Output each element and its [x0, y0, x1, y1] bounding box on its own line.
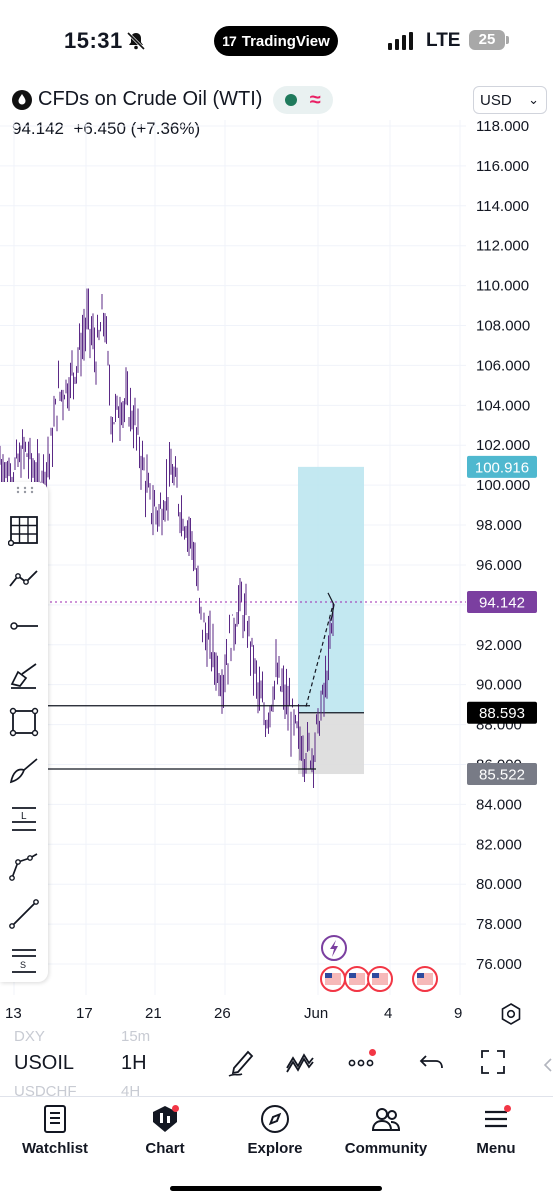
time-label: 21	[145, 1005, 162, 1022]
price-tick-label: 114.000	[476, 198, 529, 215]
tab-watchlist[interactable]: Watchlist	[5, 1104, 105, 1157]
market-open-dot-icon	[285, 94, 298, 106]
battery-indicator: 25	[469, 30, 505, 50]
network-type: LTE	[426, 30, 461, 51]
price-tick-label: 106.000	[476, 357, 530, 374]
price-tick-label: 82.000	[476, 836, 522, 853]
flag-canton	[349, 973, 356, 978]
notification-dot	[369, 1049, 376, 1056]
price-tick-label: 92.000	[476, 637, 522, 654]
tab-explore[interactable]: Explore	[225, 1104, 325, 1157]
tab-community[interactable]: Community	[336, 1104, 436, 1157]
price-tick-label: 78.000	[476, 916, 522, 933]
oil-drop-icon	[12, 90, 32, 110]
price-tick-label: 76.000	[476, 956, 522, 973]
collapse-chevron-icon[interactable]	[540, 1057, 553, 1073]
price-label-text: 100.916	[475, 459, 529, 476]
rectangle-tool-icon[interactable]	[8, 706, 40, 738]
indicators-icon[interactable]	[284, 1046, 316, 1078]
price-axis[interactable]: 118.000 116.000 114.000 112.000 110.000 108.0…	[467, 120, 537, 973]
grid-tool-icon[interactable]	[8, 514, 40, 546]
svg-text:S: S	[20, 960, 26, 970]
time-label: 17	[76, 1005, 93, 1022]
price-tick-label: 116.000	[476, 158, 529, 175]
drawing-pen-icon[interactable]	[226, 1046, 258, 1078]
tradingview-brand-pill: 17 TradingView	[214, 26, 338, 56]
symbol-title[interactable]: CFDs on Crude Oil (WTI)	[38, 88, 262, 111]
notification-dot	[172, 1105, 179, 1112]
chart-grid	[0, 120, 466, 995]
price-chart[interactable]: 118.000 116.000 114.000 112.000 110.000 108.0…	[0, 120, 553, 1000]
brush-tool-icon[interactable]	[8, 658, 40, 690]
tab-label: Menu	[476, 1140, 516, 1157]
chart-settings-icon[interactable]	[499, 1002, 523, 1026]
price-tick-label: 102.000	[476, 437, 530, 454]
compass-icon	[261, 1105, 289, 1133]
toolbar-drag-handle-icon[interactable]	[16, 486, 34, 494]
time-label: 9	[454, 1005, 463, 1022]
tab-label: Explore	[247, 1140, 303, 1157]
drawn-lines[interactable]	[0, 592, 466, 770]
bell-muted-icon	[126, 31, 146, 51]
flag-canton	[372, 973, 379, 978]
price-tick-label: 90.000	[476, 677, 522, 694]
pen-tool-icon[interactable]	[8, 754, 40, 786]
trend-tool-icon[interactable]	[8, 562, 40, 594]
time-label: 26	[214, 1005, 231, 1022]
fullscreen-icon[interactable]	[477, 1046, 509, 1078]
short-position-icon[interactable]: S	[8, 944, 40, 976]
watchlist-icon	[44, 1105, 66, 1133]
path-tool-icon[interactable]	[8, 850, 40, 882]
time-label: 4	[384, 1005, 393, 1022]
battery-tip	[506, 36, 509, 44]
trend-line-icon[interactable]	[8, 898, 40, 930]
tab-label: Chart	[145, 1140, 185, 1157]
previous-symbol: DXY	[14, 1028, 45, 1045]
status-time: 15:31	[64, 28, 123, 53]
price-label-text: 88.593	[479, 705, 525, 722]
currency-value: USD	[480, 92, 512, 109]
price-tick-label: 108.000	[476, 318, 530, 335]
time-label: 13	[5, 1005, 22, 1022]
flag-canton	[325, 973, 332, 978]
interval-picker[interactable]: 1H	[121, 1052, 147, 1075]
long-position-icon[interactable]: L	[8, 802, 40, 834]
price-tick-label: 112.000	[476, 238, 529, 255]
drawing-toolbar[interactable]: L S	[0, 482, 48, 982]
price-tick-label: 110.000	[476, 278, 529, 295]
time-label: Jun	[304, 1005, 329, 1022]
tradingview-logo-icon: 17	[222, 33, 237, 49]
flag-canton	[417, 973, 424, 978]
currency-select[interactable]: USD ⌄	[473, 86, 547, 114]
tab-chart[interactable]: Chart	[115, 1104, 215, 1157]
previous-interval: 15m	[121, 1028, 151, 1045]
community-icon	[371, 1108, 401, 1131]
target-zone[interactable]	[298, 466, 364, 713]
chevron-down-icon: ⌄	[528, 92, 539, 107]
symbol-picker[interactable]: USOIL	[14, 1052, 74, 1075]
market-status-badges[interactable]: ≈	[273, 86, 333, 114]
price-tick-label: 104.000	[476, 397, 530, 414]
price-tick-label: 80.000	[476, 876, 522, 893]
price-tick-label: 98.000	[476, 517, 522, 534]
price-tick-label: 118.000	[476, 120, 529, 135]
price-tick-label: 100.000	[476, 477, 530, 494]
signal-bars-icon	[388, 32, 413, 50]
price-label-text: 94.142	[479, 595, 525, 612]
brand-name: TradingView	[241, 32, 330, 50]
tab-label: Watchlist	[21, 1140, 89, 1157]
tab-label: Community	[344, 1140, 428, 1157]
svg-text:L: L	[21, 811, 27, 822]
tab-menu[interactable]: Menu	[446, 1104, 546, 1157]
price-tick-label: 96.000	[476, 557, 522, 574]
undo-icon[interactable]	[416, 1046, 448, 1078]
cfd-wave-icon: ≈	[309, 89, 321, 111]
line-tool-icon[interactable]	[8, 610, 40, 642]
price-tick-label: 84.000	[476, 796, 522, 813]
candles	[0, 288, 334, 789]
price-label-text: 85.522	[479, 767, 525, 784]
notification-dot	[504, 1105, 511, 1112]
home-indicator	[170, 1186, 382, 1191]
